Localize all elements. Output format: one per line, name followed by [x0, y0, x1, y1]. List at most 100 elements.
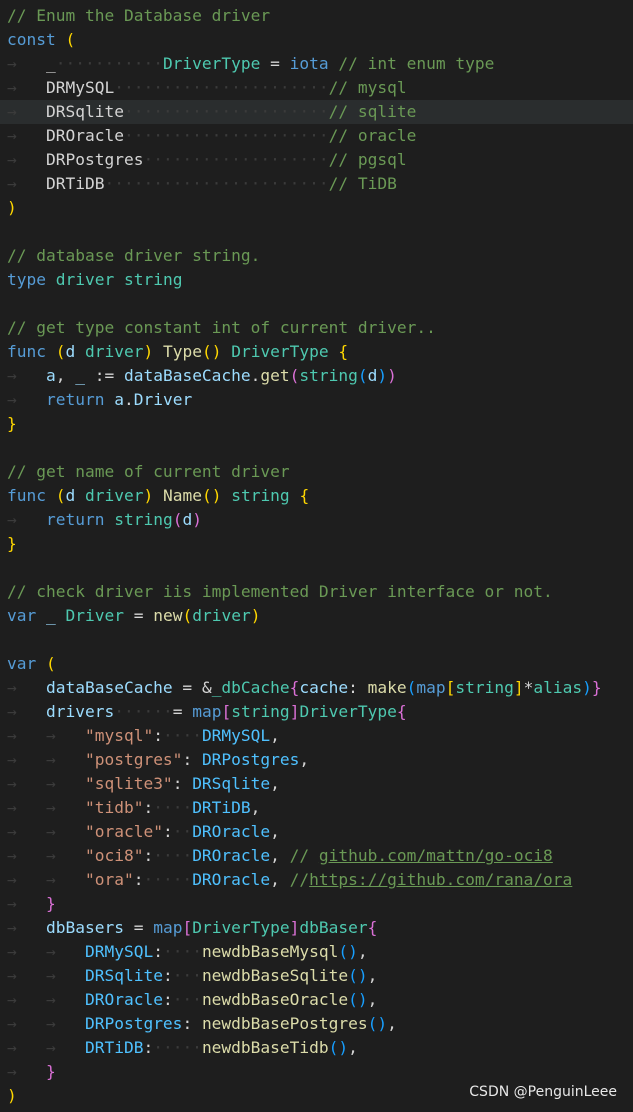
code-token: ) — [387, 366, 397, 385]
code-line[interactable]: → dbBasers = map[DriverType]dbBaser{ — [0, 916, 633, 940]
code-line[interactable] — [0, 436, 633, 460]
code-line[interactable]: → → "sqlite3": DRSqlite, — [0, 772, 633, 796]
code-line[interactable]: func (d driver) Name() string { — [0, 484, 633, 508]
whitespace-marker — [36, 654, 46, 673]
code-token: ( — [172, 510, 183, 529]
code-token: get — [260, 366, 290, 385]
code-token: ) — [143, 486, 154, 505]
whitespace-marker — [104, 390, 114, 409]
code-line[interactable]: → a, _ := dataBaseCache.get(string(d)) — [0, 364, 633, 388]
code-line[interactable]: → drivers······= map[string]DriverType{ — [0, 700, 633, 724]
code-line[interactable]: → _···········DriverType = iota // int e… — [0, 52, 633, 76]
code-token: : — [162, 966, 173, 985]
code-token: _ — [45, 54, 56, 73]
code-line[interactable]: → → DROracle:···newdbBaseOracle(), — [0, 988, 633, 1012]
code-line[interactable]: // get type constant int of current driv… — [0, 316, 633, 340]
code-token: // database driver string. — [7, 246, 261, 265]
code-token: , — [299, 750, 310, 769]
code-token: new — [153, 606, 183, 625]
code-token: DRPostgres — [45, 150, 144, 169]
code-token: : — [162, 822, 173, 841]
code-token: } — [591, 678, 602, 697]
code-line[interactable]: var ( — [0, 652, 633, 676]
code-line[interactable]: } — [0, 412, 633, 436]
code-token: , — [387, 1014, 397, 1033]
code-token: = — [172, 702, 193, 721]
whitespace-marker: ····· — [143, 870, 193, 889]
code-line[interactable]: func (d driver) Type() DriverType { — [0, 340, 633, 364]
code-token[interactable]: https://github.com/rana/ora — [309, 870, 572, 889]
code-token: const — [7, 30, 56, 49]
code-token: make — [367, 678, 407, 697]
code-line[interactable]: → → "tidb":····DRTiDB, — [0, 796, 633, 820]
code-line[interactable]: → → DRPostgres: newdbBasePostgres(), — [0, 1012, 633, 1036]
code-line[interactable]: → DRSqlite·····················// sqlite — [0, 100, 633, 124]
code-line[interactable]: → → DRMySQL:····newdbBaseMysql(), — [0, 940, 633, 964]
code-token: DRTiDB — [192, 798, 251, 817]
whitespace-marker: ······ — [114, 702, 173, 721]
code-line[interactable]: → → DRSqlite:···newdbBaseSqlite(), — [0, 964, 633, 988]
code-line[interactable]: var _ Driver = new(driver) — [0, 604, 633, 628]
whitespace-marker — [153, 486, 163, 505]
code-line[interactable] — [0, 292, 633, 316]
code-line[interactable]: → → "mysql":····DRMySQL, — [0, 724, 633, 748]
code-line[interactable]: → return a.Driver — [0, 388, 633, 412]
code-editor[interactable]: // Enum the Database driver const (→ _···… — [0, 4, 633, 1108]
code-token: DRMySQL — [84, 942, 154, 961]
code-line[interactable] — [0, 628, 633, 652]
code-line[interactable]: → } — [0, 892, 633, 916]
code-token: a — [114, 390, 124, 409]
code-line[interactable]: → → "oracle":··DROracle, — [0, 820, 633, 844]
code-token: "oracle" — [84, 822, 163, 841]
code-line[interactable]: // database driver string. — [0, 244, 633, 268]
code-token: // mysql — [328, 78, 407, 97]
code-token: ) — [192, 510, 202, 529]
code-token: () — [328, 1038, 349, 1057]
code-line[interactable]: → DROracle·····················// oracle — [0, 124, 633, 148]
whitespace-marker — [104, 510, 114, 529]
code-line[interactable]: → → "ora":·····DROracle, //https://githu… — [0, 868, 633, 892]
code-token: dataBaseCache — [45, 678, 173, 697]
code-line[interactable]: // Enum the Database driver — [0, 4, 633, 28]
code-token: cache — [299, 678, 349, 697]
code-line[interactable]: → dataBaseCache = &_dbCache{cache: make(… — [0, 676, 633, 700]
code-token: // — [289, 846, 319, 865]
code-token: ( — [357, 366, 368, 385]
whitespace-marker: ···· — [162, 726, 202, 745]
code-line[interactable]: → → DRTiDB:·····newdbBaseTidb(), — [0, 1036, 633, 1060]
code-line[interactable]: → return string(d) — [0, 508, 633, 532]
whitespace-marker: → → — [7, 726, 85, 745]
code-token: : — [182, 1014, 202, 1033]
code-line[interactable]: → DRPostgres···················// pgsql — [0, 148, 633, 172]
code-token: // sqlite — [328, 102, 417, 121]
code-token: = — [172, 678, 202, 697]
code-token: // pgsql — [328, 150, 407, 169]
code-line[interactable] — [0, 220, 633, 244]
code-line[interactable] — [0, 556, 633, 580]
code-token: // oracle — [328, 126, 417, 145]
whitespace-marker: → → — [7, 822, 85, 841]
code-line[interactable]: type driver string — [0, 268, 633, 292]
code-line[interactable]: → DRTiDB·······················// TiDB — [0, 172, 633, 196]
code-token: , — [250, 798, 261, 817]
code-line[interactable]: // check driver iis implemented Driver i… — [0, 580, 633, 604]
code-token: // get name of current driver — [7, 462, 290, 481]
whitespace-marker — [46, 486, 56, 505]
code-line[interactable]: const ( — [0, 28, 633, 52]
code-line[interactable]: → DRMySQL······················// mysql — [0, 76, 633, 100]
code-line[interactable]: → } — [0, 1060, 633, 1084]
code-line[interactable]: // get name of current driver — [0, 460, 633, 484]
code-line[interactable]: ) — [0, 196, 633, 220]
code-token: map — [192, 702, 222, 721]
code-token: Driver — [65, 606, 124, 625]
code-token: } — [7, 414, 17, 433]
code-line[interactable]: → → "postgres": DRPostgres, — [0, 748, 633, 772]
code-token: [ — [445, 678, 456, 697]
code-token: : — [348, 678, 368, 697]
whitespace-marker — [153, 342, 163, 361]
code-line[interactable]: → → "oci8":····DROracle, // github.com/m… — [0, 844, 633, 868]
code-line[interactable]: } — [0, 532, 633, 556]
whitespace-marker — [36, 606, 46, 625]
code-token: string — [231, 486, 290, 505]
code-token[interactable]: github.com/mattn/go-oci8 — [319, 846, 553, 865]
